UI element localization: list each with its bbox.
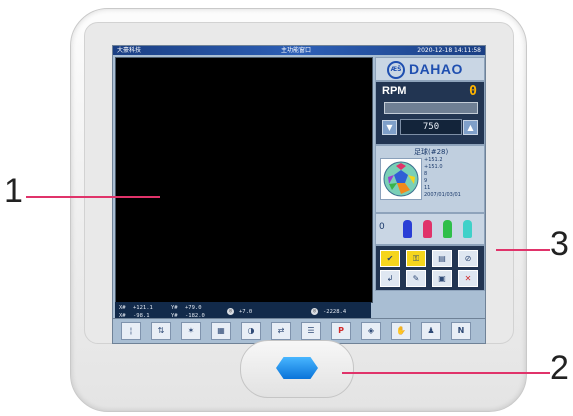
callout-3: 3 xyxy=(550,225,569,263)
needle-move-icon[interactable]: ⇅ xyxy=(151,322,171,340)
image-icon[interactable]: ▣ xyxy=(432,270,452,287)
right-panel: ÆŠ DAHAO RPM 0 ▼ 750 ▲ 足球(#28) +151.2 +1… xyxy=(375,57,485,329)
speed-up-button[interactable]: ▲ xyxy=(463,120,478,135)
stitch-value: -2228.4 xyxy=(323,309,347,315)
callout-1: 1 xyxy=(4,172,23,210)
frame-set-icon[interactable]: ⇄ xyxy=(271,322,291,340)
needle-panel: 0 xyxy=(375,213,485,245)
speed-down-button[interactable]: ▼ xyxy=(382,120,397,135)
callout-line-1 xyxy=(26,196,160,198)
clock-label: 2020-12-18 14:11:58 xyxy=(417,47,481,54)
lcd-screen: 大豪科技 主功能窗口 2020-12-18 14:11:58 X# +121.1… xyxy=(112,45,486,332)
menu-icon[interactable]: ☰ xyxy=(301,322,321,340)
spool-cyan-icon[interactable] xyxy=(463,220,472,238)
needle-number: 0 xyxy=(379,222,385,232)
frame-icon[interactable]: ▤ xyxy=(432,250,452,267)
pattern-viewport[interactable] xyxy=(115,57,373,303)
stitch-icon: ◎ xyxy=(311,308,318,315)
pattern-title: 足球(#28) xyxy=(414,148,449,156)
callout-2: 2 xyxy=(550,349,569,387)
brand-name: DAHAO xyxy=(409,61,463,77)
return-icon[interactable]: ↲ xyxy=(380,270,400,287)
spool-blue-icon[interactable] xyxy=(403,220,412,238)
callout-line-2 xyxy=(342,372,550,374)
pattern-changes: 9 xyxy=(424,178,428,184)
title-bar: 大豪科技 主功能窗口 2020-12-18 14:11:58 xyxy=(113,46,485,55)
compass-icon[interactable]: ⊘ xyxy=(458,250,478,267)
hand-icon[interactable]: ✋ xyxy=(391,322,411,340)
book-icon[interactable]: ▦ xyxy=(211,322,231,340)
rpm-label: RPM xyxy=(382,85,407,97)
edit-icon[interactable]: ✎ xyxy=(406,270,426,287)
cancel-icon[interactable]: ✕ xyxy=(458,270,478,287)
needle-icon[interactable]: ¦ xyxy=(121,322,141,340)
x-rel-label: X# xyxy=(119,305,126,311)
wrench-icon[interactable]: ✔ xyxy=(380,250,400,267)
company-label: 大豪科技 xyxy=(117,47,142,54)
rotate-icon[interactable]: ◑ xyxy=(241,322,261,340)
angle-value: +7.0 xyxy=(239,309,253,315)
y-rel-value: +79.0 xyxy=(185,305,202,311)
pattern-stitches: 11 xyxy=(424,185,431,191)
pattern-height: +151.0 xyxy=(424,164,443,170)
brand-logo-icon: ÆŠ xyxy=(387,61,405,79)
cube-icon[interactable]: ◈ xyxy=(361,322,381,340)
x-rel-value: +121.1 xyxy=(133,305,153,311)
speed-setting[interactable]: 750 xyxy=(400,119,462,135)
p-button[interactable]: P xyxy=(331,322,351,340)
pattern-width: +151.2 xyxy=(424,157,443,163)
star-icon[interactable]: ✶ xyxy=(181,322,201,340)
rpm-panel: RPM 0 ▼ 750 ▲ xyxy=(375,81,485,145)
pattern-stats: +151.2 +151.0 8 9 11 2007/01/03/01 xyxy=(424,157,461,199)
spool-red-icon[interactable] xyxy=(423,220,432,238)
callout-line-3 xyxy=(496,249,550,251)
window-title: 主功能窗口 xyxy=(281,47,312,54)
y-rel-label: Y# xyxy=(171,305,178,311)
n-button[interactable]: N xyxy=(451,322,471,340)
person-icon[interactable]: ♟ xyxy=(421,322,441,340)
function-panel: ✔ ⚿ ▤ ⊘ ↲ ✎ ▣ ✕ xyxy=(375,245,485,291)
rpm-value: 0 xyxy=(469,84,477,99)
pattern-colors: 8 xyxy=(424,171,428,177)
brand-box: ÆŠ DAHAO xyxy=(375,57,485,81)
ok-button[interactable] xyxy=(276,357,318,379)
rpm-gauge xyxy=(384,102,478,114)
angle-icon: ◎ xyxy=(227,308,234,315)
football-pattern-icon xyxy=(383,161,419,197)
pattern-thumbnail[interactable] xyxy=(380,158,422,200)
spool-green-icon[interactable] xyxy=(443,220,452,238)
pattern-date: 2007/01/03/01 xyxy=(424,192,461,198)
key-icon[interactable]: ⚿ xyxy=(406,250,426,267)
pattern-info-panel: 足球(#28) +151.2 +151.0 8 9 11 2007/01/03/… xyxy=(375,145,485,213)
